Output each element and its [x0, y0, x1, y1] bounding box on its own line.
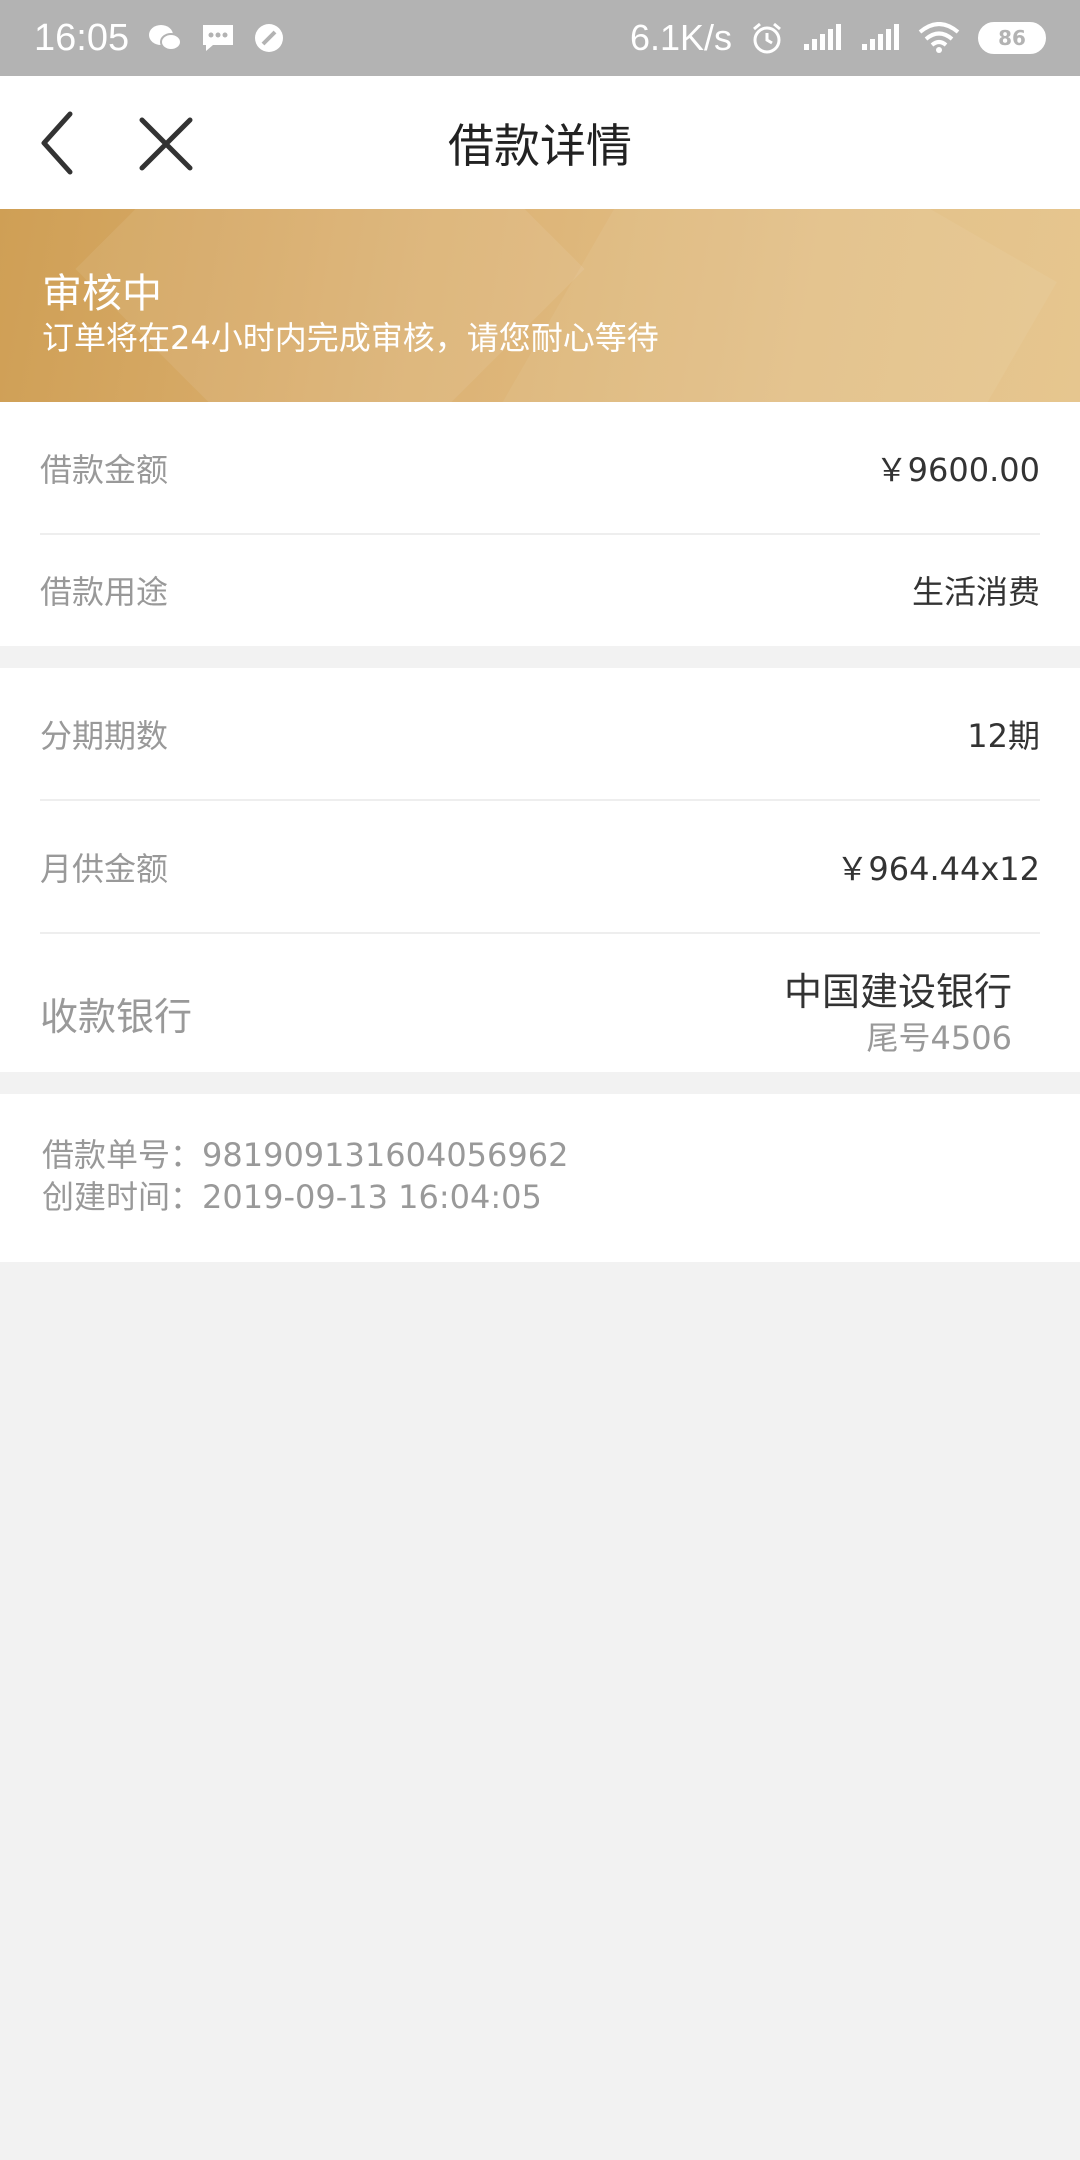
message-icon — [201, 23, 235, 53]
wifi-icon — [918, 22, 960, 54]
chevron-left-icon[interactable] — [36, 110, 96, 176]
blocked-icon — [253, 22, 285, 54]
loan-purpose-label: 借款用途 — [40, 573, 169, 611]
receiving-bank-row: 收款银行 中国建设银行 尾号4506 — [40, 934, 1040, 1092]
loan-amount-row: 借款金额 ￥9600.00 — [40, 402, 1040, 535]
nav-bar: 借款详情 — [0, 76, 1080, 209]
status-time: 16:05 — [34, 16, 130, 59]
installment-section: 分期期数 12期 月供金额 ￥964.44x12 收款银行 中国建设银行 尾号4… — [0, 668, 1080, 1072]
loan-purpose-value: 生活消费 — [911, 573, 1040, 611]
wechat-icon — [147, 22, 183, 54]
bank-name: 中国建设银行 — [783, 970, 1012, 1014]
loan-amount-label: 借款金额 — [40, 450, 169, 489]
periods-label: 分期期数 — [40, 716, 169, 755]
loan-amount-value: ￥9600.00 — [875, 450, 1040, 489]
monthly-payment-value: ￥964.44x12 — [836, 849, 1040, 888]
periods-row: 分期期数 12期 — [40, 668, 1040, 801]
bank-card-tail: 尾号4506 — [866, 1019, 1012, 1057]
monthly-payment-label: 月供金额 — [40, 849, 169, 888]
battery-level: 86 — [998, 26, 1026, 50]
status-title: 审核中 — [42, 271, 162, 317]
created-time: 创建时间：2019-09-13 16:04:05 — [42, 1178, 542, 1216]
bank-info: 中国建设银行 尾号4506 — [784, 967, 1012, 1059]
order-number: 借款单号：981909131604056962 — [42, 1136, 569, 1174]
loan-purpose-row: 借款用途 生活消费 — [40, 535, 1040, 645]
signal-icon — [802, 24, 842, 52]
order-info-section: 借款单号：981909131604056962 创建时间：2019-09-13 … — [0, 1094, 1080, 1262]
periods-value: 12期 — [967, 716, 1040, 755]
monthly-payment-row: 月供金额 ￥964.44x12 — [40, 801, 1040, 934]
loan-section: 借款金额 ￥9600.00 借款用途 生活消费 — [0, 402, 1080, 646]
net-speed: 6.1K/s — [629, 17, 732, 58]
receiving-bank-label: 收款银行 — [40, 994, 193, 1039]
status-bar: 16:05 6.1K/s 86 — [0, 0, 1080, 76]
close-icon[interactable] — [136, 114, 196, 174]
signal-icon — [860, 24, 900, 52]
battery-icon: 86 — [978, 22, 1046, 54]
status-subtitle: 订单将在24小时内完成审核，请您耐心等待 — [42, 319, 659, 357]
review-status-banner: 审核中 订单将在24小时内完成审核，请您耐心等待 — [0, 209, 1080, 402]
alarm-icon — [750, 21, 784, 55]
